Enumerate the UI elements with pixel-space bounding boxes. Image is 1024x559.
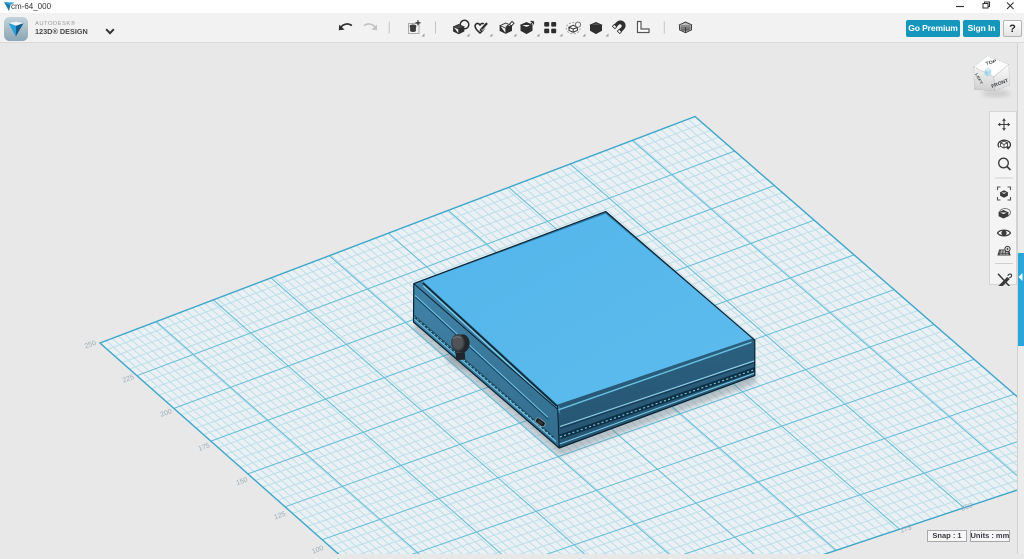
svg-text:250: 250: [84, 340, 97, 351]
svg-text:125: 125: [273, 511, 286, 522]
svg-text:150: 150: [235, 477, 248, 488]
svg-text:175: 175: [197, 442, 210, 453]
svg-text:100: 100: [311, 545, 324, 554]
svg-text:225: 225: [122, 374, 135, 385]
svg-text:200: 200: [160, 408, 173, 419]
